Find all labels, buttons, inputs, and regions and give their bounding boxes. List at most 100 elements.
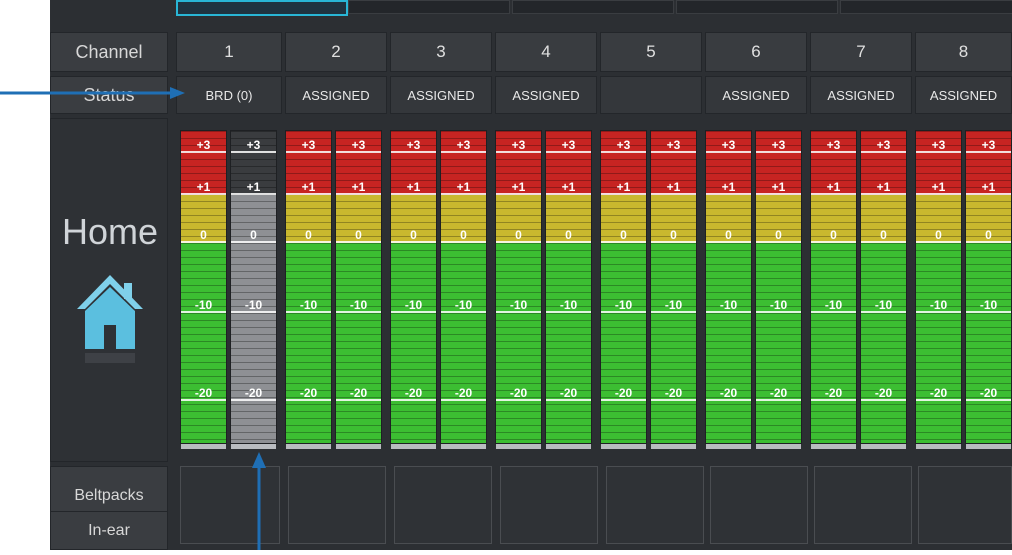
meter-scale-label: -10 — [966, 299, 1011, 313]
top-tab-3[interactable] — [512, 0, 674, 14]
meter-scale-label: +3 — [601, 139, 646, 153]
meter-scale-label: 0 — [601, 229, 646, 243]
meter-scale-label: +3 — [496, 139, 541, 153]
channel-status-4[interactable]: ASSIGNED — [495, 76, 597, 114]
channel-status-1[interactable]: BRD (0) — [176, 76, 282, 114]
meter-scale-label: 0 — [811, 229, 856, 243]
meter-scale-label: +3 — [231, 139, 276, 153]
meter-scale-label: +1 — [231, 181, 276, 195]
level-meter-ch6-1: +3 +1 0 -10 -20 — [705, 130, 752, 449]
arrow-up-icon — [252, 452, 266, 550]
meter-scale-label: 0 — [706, 229, 751, 243]
beltpack-slot-7[interactable] — [814, 466, 912, 544]
status-text: ASSIGNED — [302, 87, 370, 103]
meter-scale-label: -20 — [286, 387, 331, 401]
top-tab-4[interactable] — [676, 0, 838, 14]
level-meter-ch8-2: +3 +1 0 -10 -20 — [965, 130, 1012, 449]
meter-scale-label: 0 — [181, 229, 226, 243]
meter-scale-label: +1 — [651, 181, 696, 195]
meter-scale-label: +1 — [391, 181, 436, 195]
meter-scale-label: -20 — [651, 387, 696, 401]
beltpack-slot-6[interactable] — [710, 466, 808, 544]
meter-scale-label: -20 — [496, 387, 541, 401]
meter-scale-label: 0 — [966, 229, 1011, 243]
status-text: ASSIGNED — [929, 87, 998, 103]
level-meter-ch5-1: +3 +1 0 -10 -20 — [600, 130, 647, 449]
channel-header-2: 2 — [285, 32, 387, 72]
meter-scale-label: 0 — [756, 229, 801, 243]
meter-scale-label: 0 — [861, 229, 906, 243]
meter-scale-label: +3 — [861, 139, 906, 153]
meter-scale-label: +1 — [706, 181, 751, 195]
meter-scale-label: 0 — [441, 229, 486, 243]
meter-scale-label: -20 — [756, 387, 801, 401]
home-button[interactable]: Home — [50, 118, 168, 462]
beltpack-slot-4[interactable] — [500, 466, 598, 544]
meter-scale-label: +3 — [546, 139, 591, 153]
meter-scale-label: +1 — [496, 181, 541, 195]
status-text: ASSIGNED — [407, 87, 475, 103]
top-tab-1[interactable] — [176, 0, 348, 16]
meter-scale-label: -20 — [916, 387, 961, 401]
meter-scale-label: +3 — [441, 139, 486, 153]
meter-scale-label: -20 — [181, 387, 226, 401]
channel-number: 6 — [751, 42, 761, 61]
channel-status-2[interactable]: ASSIGNED — [285, 76, 387, 114]
meter-scale-label: +3 — [966, 139, 1011, 153]
channel-status-6[interactable]: ASSIGNED — [705, 76, 807, 114]
meter-scale-label: +1 — [601, 181, 646, 195]
channel-header-1: 1 — [176, 32, 282, 72]
channel-number: 5 — [646, 42, 656, 61]
status-text: ASSIGNED — [827, 87, 895, 103]
channel-status-7[interactable]: ASSIGNED — [810, 76, 912, 114]
meter-scale-label: +3 — [286, 139, 331, 153]
status-text: BRD (0) — [205, 87, 253, 103]
meter-scale-label: -10 — [286, 299, 331, 313]
in-ear-tab[interactable]: In-ear — [50, 512, 168, 550]
beltpack-slot-8[interactable] — [918, 466, 1012, 544]
status-text: ASSIGNED — [512, 87, 580, 103]
beltpacks-tab[interactable]: Beltpacks — [50, 466, 168, 512]
beltpack-slot-5[interactable] — [606, 466, 704, 544]
meter-scale-label: -10 — [336, 299, 381, 313]
level-meter-ch3-2: +3 +1 0 -10 -20 — [440, 130, 487, 449]
meter-scale-label: -10 — [441, 299, 486, 313]
channel-number: 8 — [958, 42, 969, 61]
channel-status-3[interactable]: ASSIGNED — [390, 76, 492, 114]
meter-scale-label: +1 — [181, 181, 226, 195]
channel-number: 4 — [541, 42, 551, 61]
top-tab-5[interactable] — [840, 0, 1012, 14]
channel-header-8: 8 — [915, 32, 1012, 72]
meter-scale-label: 0 — [336, 229, 381, 243]
level-meter-ch6-2: +3 +1 0 -10 -20 — [755, 130, 802, 449]
meter-scale-label: -10 — [546, 299, 591, 313]
meter-scale-label: -20 — [441, 387, 486, 401]
in-ear-label: In-ear — [88, 521, 130, 539]
meter-scale-label: +3 — [811, 139, 856, 153]
meter-scale-label: -20 — [601, 387, 646, 401]
meter-scale-label: +3 — [916, 139, 961, 153]
meter-scale-label: +1 — [916, 181, 961, 195]
meter-scale-label: -10 — [231, 299, 276, 313]
channel-label: Channel — [75, 41, 143, 62]
meter-scale-label: +1 — [336, 181, 381, 195]
meter-scale-label: +3 — [706, 139, 751, 153]
top-tab-2[interactable] — [348, 0, 510, 14]
intercom-screen: Channel Status Home Beltpacks In-ear 1 2… — [50, 0, 1012, 550]
beltpack-slot-2[interactable] — [288, 466, 386, 544]
channel-header-6: 6 — [705, 32, 807, 72]
channel-header-4: 4 — [495, 32, 597, 72]
meter-scale-label: 0 — [231, 229, 276, 243]
level-meter-ch1-1: +3 +1 0 -10 -20 — [180, 130, 227, 449]
level-meter-ch2-2: +3 +1 0 -10 -20 — [335, 130, 382, 449]
channel-status-8[interactable]: ASSIGNED — [915, 76, 1012, 114]
beltpacks-label: Beltpacks — [74, 487, 144, 504]
meter-scale-label: 0 — [651, 229, 696, 243]
channel-status-5[interactable] — [600, 76, 702, 114]
meter-scale-label: -20 — [336, 387, 381, 401]
level-meter-ch5-2: +3 +1 0 -10 -20 — [650, 130, 697, 449]
beltpack-slot-3[interactable] — [394, 466, 492, 544]
meter-scale-label: -20 — [391, 387, 436, 401]
level-meter-ch1-2: +3 +1 0 -10 -20 — [230, 130, 277, 449]
meter-scale-label: -10 — [601, 299, 646, 313]
